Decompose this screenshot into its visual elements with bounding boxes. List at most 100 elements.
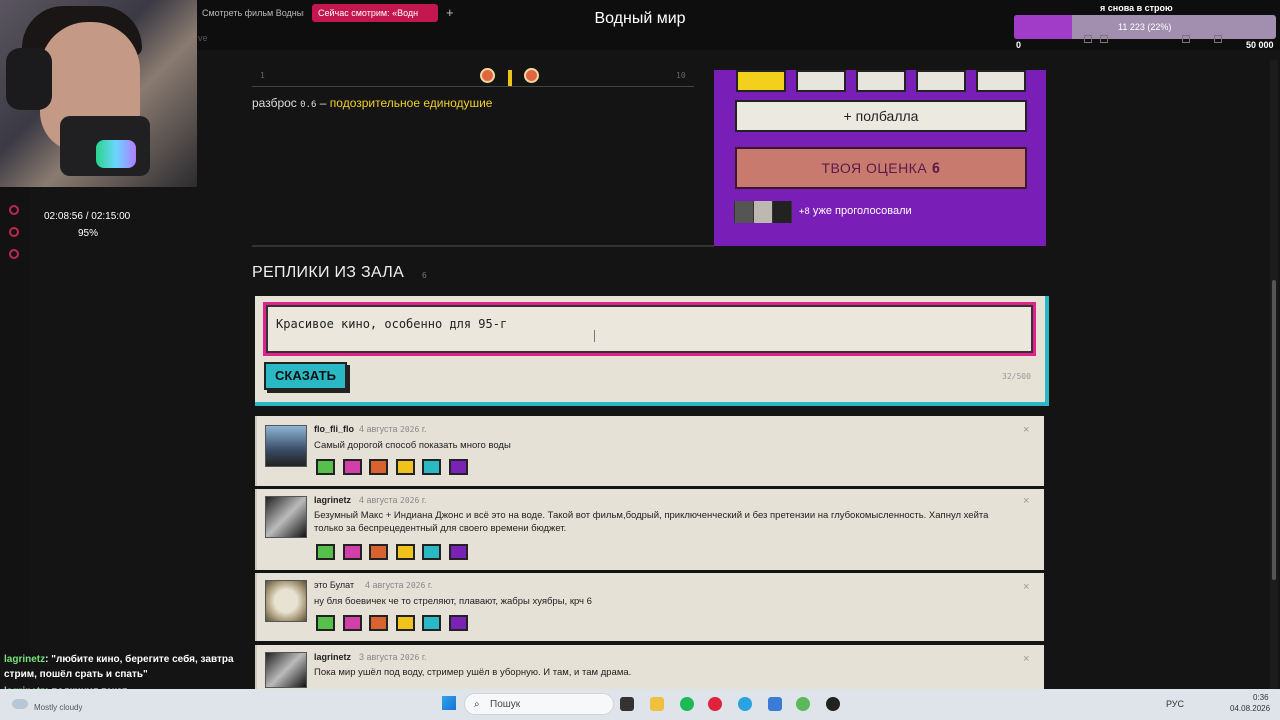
webcam-feed-detail <box>6 48 52 110</box>
avatar <box>735 201 753 223</box>
comment-input[interactable]: Красивое кино, особенно для 95-г <box>266 305 1033 353</box>
date-day: 4 августа <box>359 495 398 505</box>
reaction-extra-icon[interactable] <box>449 544 468 560</box>
torrent-icon[interactable] <box>796 697 810 711</box>
comment-author[interactable]: lagrinetz <box>314 495 351 505</box>
comment-author[interactable]: это Булат <box>314 580 354 590</box>
reaction-angry-icon[interactable] <box>369 459 388 475</box>
taskbar-search[interactable] <box>464 693 614 715</box>
reaction-love-icon[interactable] <box>343 459 362 475</box>
sidebar-app-icon[interactable] <box>9 227 19 237</box>
cloud-icon[interactable] <box>12 699 28 709</box>
search-icon: ⌕ <box>474 699 480 710</box>
reaction-fire-icon[interactable] <box>396 544 415 560</box>
new-tab-button[interactable]: + <box>440 4 454 22</box>
avatar[interactable] <box>265 580 307 622</box>
voters-count: +8 уже проголосовали <box>799 205 912 217</box>
obs-icon[interactable] <box>826 697 840 711</box>
date-suffix: г. <box>421 424 427 434</box>
voters-extra: +8 <box>799 207 810 217</box>
webcam-feed-detail <box>96 140 136 168</box>
rating-distribution-slider <box>252 65 694 87</box>
telegram-icon[interactable] <box>738 697 752 711</box>
avatar[interactable] <box>265 652 307 688</box>
score-option[interactable] <box>976 70 1026 92</box>
settings-icon[interactable] <box>9 249 19 259</box>
half-point-button[interactable]: + полбалла <box>735 100 1027 132</box>
score-option[interactable] <box>916 70 966 92</box>
avatar[interactable] <box>265 496 307 538</box>
your-score-button[interactable]: ТВОЯ ОЦЕНКА 6 <box>735 147 1027 189</box>
your-score-label: ТВОЯ ОЦЕНКА <box>821 160 928 176</box>
scrollbar-thumb[interactable] <box>1272 280 1276 580</box>
reaction-wow-icon[interactable] <box>422 459 441 475</box>
page-hint-text: ve <box>198 33 208 43</box>
weather-widget[interactable]: Mostly cloudy <box>34 703 82 712</box>
avatar[interactable] <box>265 425 307 467</box>
language-indicator[interactable]: РУС <box>1166 699 1184 709</box>
comments-title: РЕПЛИКИ ИЗ ЗАЛА <box>252 264 405 281</box>
comment-text: ну бля боевичек че то стреляют, плавают,… <box>314 596 592 607</box>
goal-min-label: 0 <box>1016 40 1022 50</box>
char-counter: 32/500 <box>1002 372 1031 381</box>
reaction-like-icon[interactable] <box>316 544 335 560</box>
extension-icon[interactable] <box>1100 35 1108 43</box>
date-suffix: г. <box>421 652 427 662</box>
clock-time[interactable]: 0:36 <box>1253 693 1269 702</box>
reaction-extra-icon[interactable] <box>449 459 468 475</box>
tab-watch-film[interactable]: Смотреть фильм Водный <box>196 4 304 22</box>
extension-icon[interactable] <box>1084 35 1092 43</box>
chat-username: lagrinetz <box>4 654 46 665</box>
voters-text: уже проголосовали <box>812 205 912 217</box>
score-option[interactable] <box>796 70 846 92</box>
reaction-angry-icon[interactable] <box>369 544 388 560</box>
stream-movie-title: Водный мир <box>594 10 686 27</box>
slider-max-label: 10 <box>676 71 686 80</box>
chat-message: lagrinetz: "любите кино, берегите себя, … <box>4 652 234 682</box>
reaction-angry-icon[interactable] <box>369 615 388 631</box>
close-icon[interactable]: × <box>1023 581 1029 593</box>
date-suffix: г. <box>427 580 433 590</box>
notes-icon[interactable] <box>768 697 782 711</box>
rating-average-marker <box>508 70 512 86</box>
close-icon[interactable]: × <box>1023 653 1029 665</box>
taskbar-search-placeholder: Пошук <box>490 699 521 710</box>
date-suffix: г. <box>421 495 427 505</box>
goal-progress-fill <box>1014 15 1072 39</box>
reaction-love-icon[interactable] <box>343 615 362 631</box>
reaction-wow-icon[interactable] <box>422 544 441 560</box>
goal-max-label: 50 000 <box>1246 40 1274 50</box>
comment-author[interactable]: lagrinetz <box>314 652 351 662</box>
submit-comment-button[interactable]: СКАЗАТЬ <box>264 362 347 390</box>
reaction-like-icon[interactable] <box>316 459 335 475</box>
reaction-fire-icon[interactable] <box>396 615 415 631</box>
menu-icon[interactable] <box>1214 35 1222 43</box>
clock-icon[interactable] <box>9 205 19 215</box>
reaction-extra-icon[interactable] <box>449 615 468 631</box>
download-icon[interactable] <box>1182 35 1190 43</box>
reaction-wow-icon[interactable] <box>422 615 441 631</box>
score-option-selected[interactable] <box>736 70 786 92</box>
reaction-love-icon[interactable] <box>343 544 362 560</box>
reaction-fire-icon[interactable] <box>396 459 415 475</box>
slider-min-label: 1 <box>260 71 265 80</box>
close-icon[interactable]: × <box>1023 495 1029 507</box>
comments-count: 6 <box>422 271 427 280</box>
comment-date: 3 августа 2026 г. <box>359 652 427 662</box>
tab-now-watching[interactable]: Сейчас смотрим: «Водн <box>312 4 438 22</box>
close-icon[interactable]: × <box>1023 424 1029 436</box>
spotify-icon[interactable] <box>680 697 694 711</box>
goal-title: я снова в строю <box>1100 3 1173 13</box>
comment-date: 4 августа 2026 г. <box>359 424 427 434</box>
spread-value: 0.6 <box>300 100 317 110</box>
clock-date[interactable]: 04.08.2026 <box>1230 704 1270 713</box>
reaction-like-icon[interactable] <box>316 615 335 631</box>
rating-spread: разброс 0.6 – подозрительное единодушие <box>252 96 492 110</box>
file-explorer-icon[interactable] <box>650 697 664 711</box>
score-option[interactable] <box>856 70 906 92</box>
comment-author[interactable]: flo_fli_flo <box>314 424 354 434</box>
opera-icon[interactable] <box>708 697 722 711</box>
task-view-icon[interactable] <box>620 697 634 711</box>
windows-start-icon[interactable] <box>442 696 456 710</box>
playback-time: 02:08:56 / 02:15:00 <box>44 211 131 222</box>
